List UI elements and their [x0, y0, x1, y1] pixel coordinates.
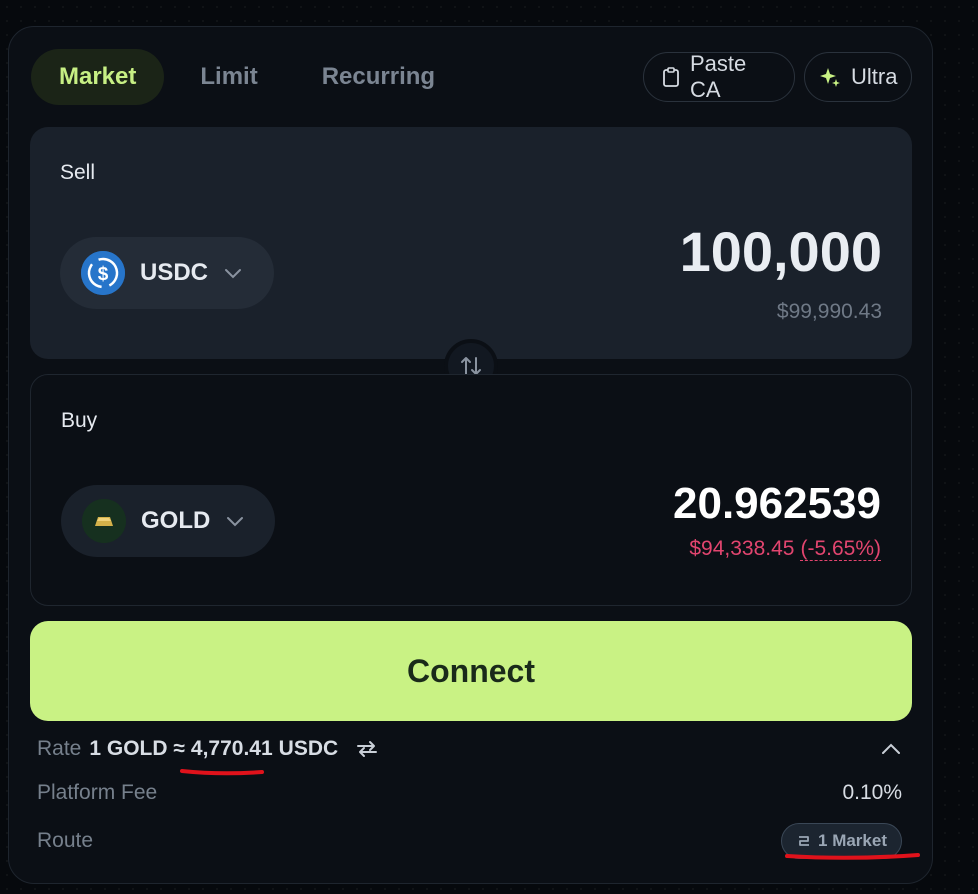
sell-label: Sell [60, 161, 96, 184]
sell-token-name: USDC [140, 259, 209, 286]
order-type-tabs: Market Limit Recurring [31, 49, 463, 105]
buy-token-name: GOLD [141, 507, 211, 534]
tab-market[interactable]: Market [31, 49, 165, 105]
paste-ca-button[interactable]: Paste CA [643, 51, 795, 102]
fee-row: Platform Fee 0.10% [37, 781, 902, 805]
tab-recurring[interactable]: Recurring [294, 49, 463, 105]
svg-text:$: $ [98, 264, 109, 285]
sell-amount-input[interactable]: 100,000 [680, 219, 882, 284]
rate-row: Rate 1 GOLD ≈ 4,770.41 USDC [37, 737, 902, 761]
route-icon [796, 833, 812, 849]
route-row: Route 1 Market [37, 823, 902, 859]
price-impact[interactable]: (-5.65%) [800, 537, 881, 561]
ultra-button[interactable]: Ultra [804, 52, 912, 102]
chevron-down-icon [226, 515, 244, 527]
buy-usd-amount: $94,338.45 [689, 537, 795, 560]
usdc-icon: $ [81, 251, 125, 295]
rate-base: 1 GOLD ≈ [89, 737, 185, 760]
rate-quote: USDC [278, 737, 339, 760]
ultra-label: Ultra [851, 64, 898, 89]
buy-panel: Buy GOLD 20.962539 $94,338.45 (-5.65%) [30, 374, 912, 606]
sell-usd-value: $99,990.43 [776, 300, 882, 323]
gold-bar-icon [82, 499, 126, 543]
chevron-down-icon [224, 267, 242, 279]
rate-value: 4,770.41 [190, 737, 273, 760]
sell-panel: Sell $ USDC 100,000 $99,990.43 [30, 127, 912, 359]
fee-label: Platform Fee [37, 781, 158, 804]
buy-amount: 20.962539 [673, 479, 881, 528]
chevron-up-icon[interactable] [880, 742, 902, 756]
sell-token-selector[interactable]: $ USDC [60, 237, 274, 309]
swap-card: Market Limit Recurring Paste CA Ultra Se… [8, 26, 933, 884]
buy-token-selector[interactable]: GOLD [61, 485, 275, 557]
rate-label: Rate [37, 737, 82, 760]
route-value: 1 Market [818, 831, 887, 850]
buy-label: Buy [61, 409, 98, 432]
clipboard-icon [662, 67, 680, 87]
buy-usd-value: $94,338.45 (-5.65%) [689, 537, 881, 561]
paste-ca-label: Paste CA [690, 51, 747, 102]
sparkle-icon [819, 66, 841, 88]
tab-limit[interactable]: Limit [172, 49, 285, 105]
route-badge[interactable]: 1 Market [781, 823, 902, 859]
route-label: Route [37, 829, 94, 852]
invert-rate-icon[interactable] [356, 740, 378, 758]
fee-value: 0.10% [842, 781, 902, 804]
connect-button[interactable]: Connect [30, 621, 912, 721]
